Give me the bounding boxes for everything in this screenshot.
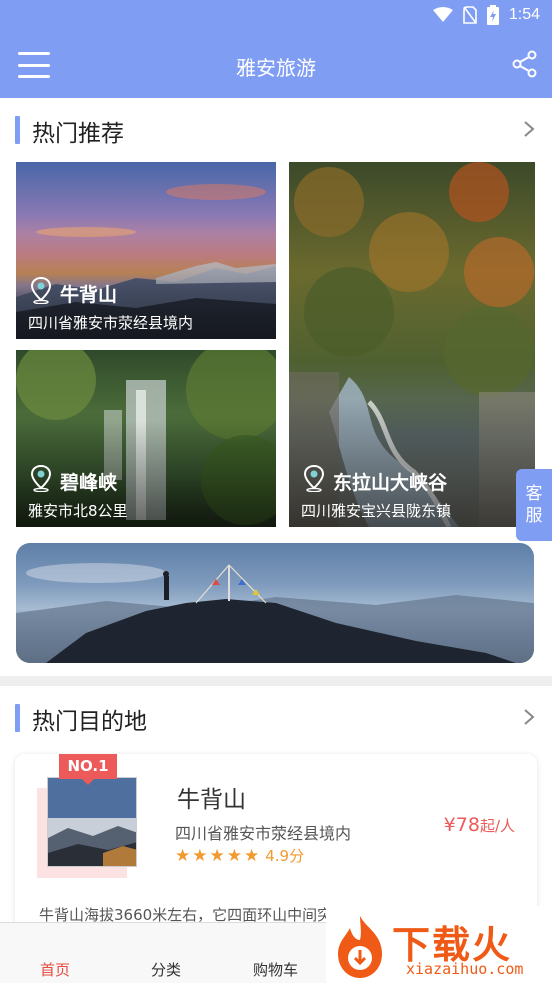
cs-label-line1: 客 [525,484,543,504]
hot-recommend-header[interactable]: 热门推荐 [0,98,552,160]
mountain-thumbnail-image [48,778,136,866]
destination-location: 四川省雅安市荥经县境内 [175,824,352,843]
hot-destinations-header[interactable]: 热门目的地 [0,686,552,748]
location-pin-icon [30,464,52,492]
price-value: ¥78 [443,814,480,836]
tab-cart[interactable]: 购物车 [253,959,298,980]
hot-destinations-title: 热门目的地 [32,709,147,735]
status-icons: 1:54 [432,5,540,25]
tab-home[interactable]: 首页 [40,959,70,980]
card-location: 四川雅安宝兴县陇东镇 [301,502,452,520]
customer-service-button[interactable]: 客 服 [516,469,552,541]
recommend-card-niubeishan[interactable]: 牛背山 四川省雅安市荥经县境内 [16,162,276,339]
rank-badge: NO.1 [59,754,117,785]
chevron-right-icon[interactable] [522,120,536,138]
star-icon: ★ [226,845,242,866]
battery-icon [486,5,499,25]
app-title: 雅安旅游 [236,56,316,80]
card-name: 牛背山 [60,284,118,306]
rating-score: 4.9分 [265,847,305,865]
star-icon: ★ [175,845,191,866]
card-location: 雅安市北8公里 [28,502,128,520]
recommend-card-bifengxia[interactable]: 碧峰峡 雅安市北8公里 [16,350,276,527]
star-icon: ★ [244,845,260,866]
section-accent-bar [15,116,20,144]
watermark-url: xiazaihuo.com [406,960,524,978]
card-name: 东拉山大峡谷 [333,472,448,494]
rating-stars: ★ ★ ★ ★ ★ 4.9分 [175,845,304,866]
mountain-summit-banner [16,563,534,663]
destination-name: 牛背山 [177,787,246,813]
watermark: 下载火 xiazaihuo.com [326,906,552,983]
section-accent-bar [15,704,20,732]
chevron-right-icon[interactable] [522,708,536,726]
location-pin-icon [303,464,325,492]
wifi-icon [432,7,453,22]
star-icon: ★ [192,845,208,866]
no-sim-icon [463,6,477,24]
hot-recommend-section: 热门推荐 牛背山 四川省雅安市荥经县境内 碧峰峡 雅安市北8公里 东拉山大峡谷 … [0,98,552,676]
price-unit: 起/人 [479,817,515,835]
status-time: 1:54 [508,6,540,23]
status-bar: 1:54 [0,0,552,32]
recommend-card-donglashan[interactable]: 东拉山大峡谷 四川雅安宝兴县陇东镇 [289,162,535,527]
star-icon: ★ [209,845,225,866]
banner-image[interactable] [16,543,534,663]
destination-price: ¥78起/人 [444,814,515,836]
card-name: 碧峰峡 [60,472,118,494]
tab-category[interactable]: 分类 [151,959,181,980]
hot-recommend-title: 热门推荐 [32,121,124,147]
card-location: 四川省雅安市荥经县境内 [28,314,194,332]
share-icon[interactable] [512,50,538,78]
location-pin-icon [30,276,52,304]
destination-thumbnail [47,777,137,867]
flame-logo-icon [338,916,382,978]
app-bar: 雅安旅游 [0,32,552,98]
cs-label-line2: 服 [525,506,543,526]
